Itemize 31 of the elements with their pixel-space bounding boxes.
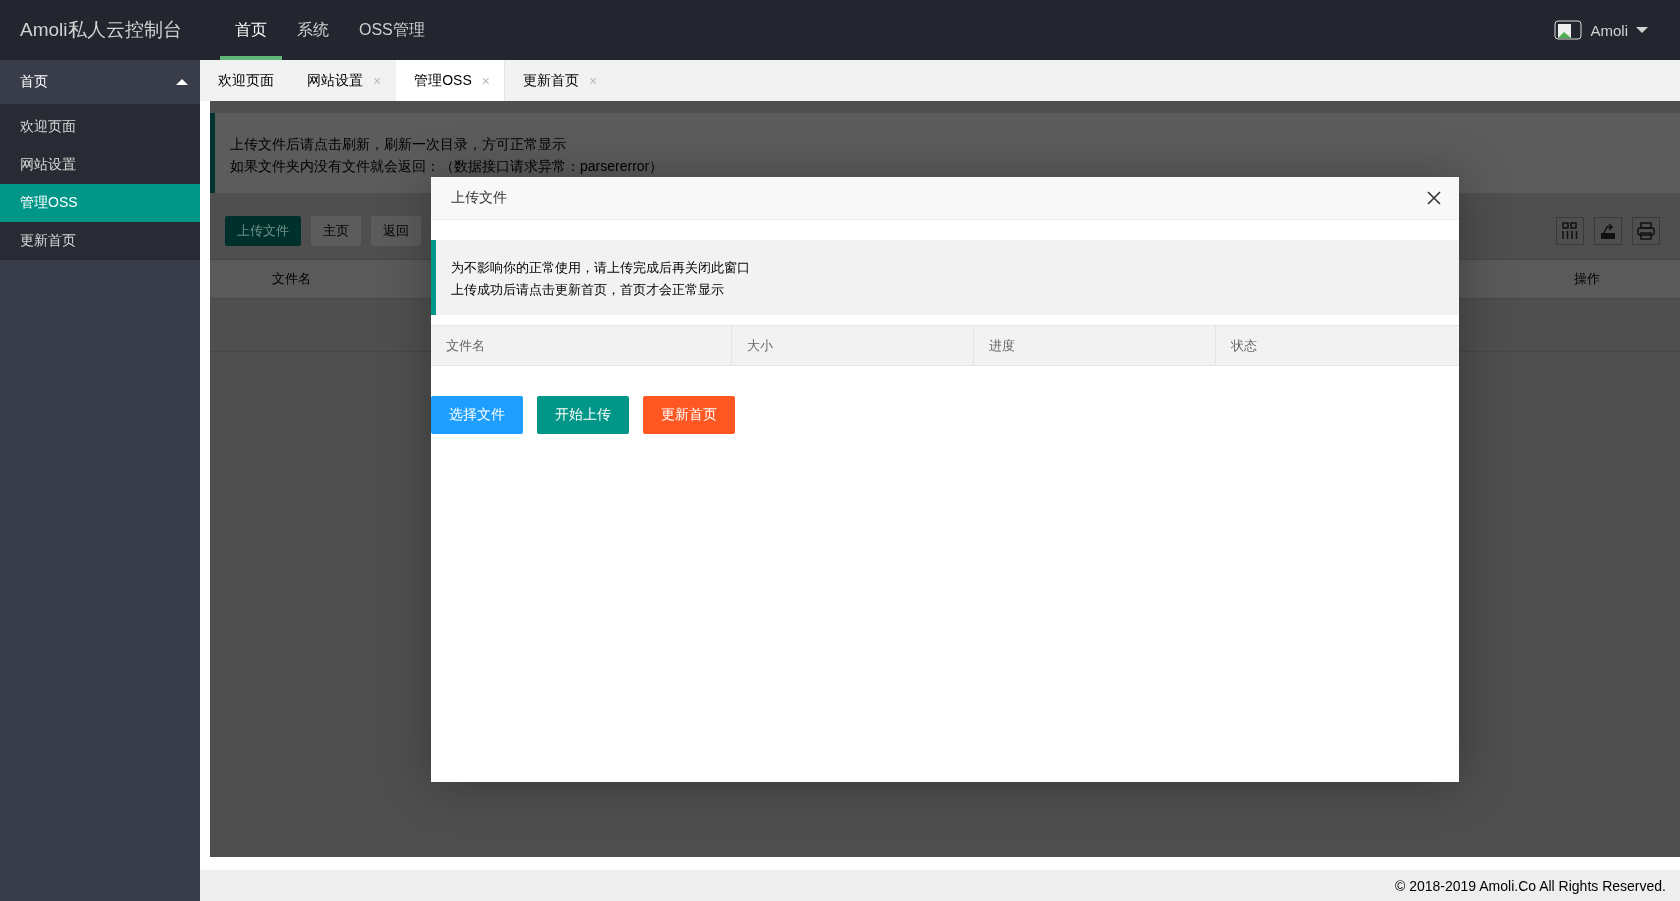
page-tab[interactable]: 更新首页 × (504, 60, 613, 101)
close-icon[interactable] (1427, 191, 1441, 205)
column-header: 进度 (973, 326, 1215, 365)
sidebar-item[interactable]: 网站设置 (0, 146, 200, 184)
column-header: 大小 (731, 326, 973, 365)
notice-text: 为不影响你的正常使用，请上传完成后再关闭此窗口 (451, 259, 751, 277)
export-icon[interactable] (1594, 217, 1622, 245)
dialog-title: 上传文件 (451, 189, 507, 207)
app-logo: Amoli私人云控制台 (19, 18, 183, 42)
sidebar-item[interactable]: 更新首页 (0, 222, 200, 260)
page-tab[interactable]: 欢迎页面 (200, 60, 289, 101)
column-header: 文件名 (445, 336, 486, 355)
columns-icon[interactable] (1556, 217, 1584, 245)
sidebar-item[interactable]: 欢迎页面 (0, 108, 200, 146)
nav-tab[interactable]: OSS管理 (344, 0, 440, 60)
toolbar-button[interactable]: 上传文件 (225, 216, 301, 246)
notice-text: 上传成功后请点击更新首页，首页才会正常显示 (451, 281, 725, 299)
notice-text: 如果文件夹内没有文件就会返回：（数据接口请求异常：parsererror） (230, 157, 665, 176)
copyright-text: © 2018-2019 Amoli.Co All Rights Reserved. (200, 870, 1680, 901)
print-icon[interactable] (1632, 217, 1660, 245)
action-button[interactable]: 开始上传 (537, 396, 629, 434)
column-header: 操作 (1574, 270, 1600, 288)
sidebar-item[interactable]: 管理OSS (0, 184, 200, 222)
page-tab[interactable]: 网站设置 × (289, 60, 397, 101)
broken-image-icon[interactable] (1554, 20, 1583, 40)
page-tab[interactable]: 管理OSS × (396, 60, 505, 101)
nav-tab[interactable]: 系统 (282, 0, 344, 60)
notice-text: 上传文件后请点击刷新，刷新一次目录，方可正常显示 (230, 135, 567, 154)
column-header: 状态 (1215, 326, 1459, 365)
user-menu[interactable]: Amoli (1590, 21, 1648, 39)
column-header: 文件名 (272, 270, 311, 288)
